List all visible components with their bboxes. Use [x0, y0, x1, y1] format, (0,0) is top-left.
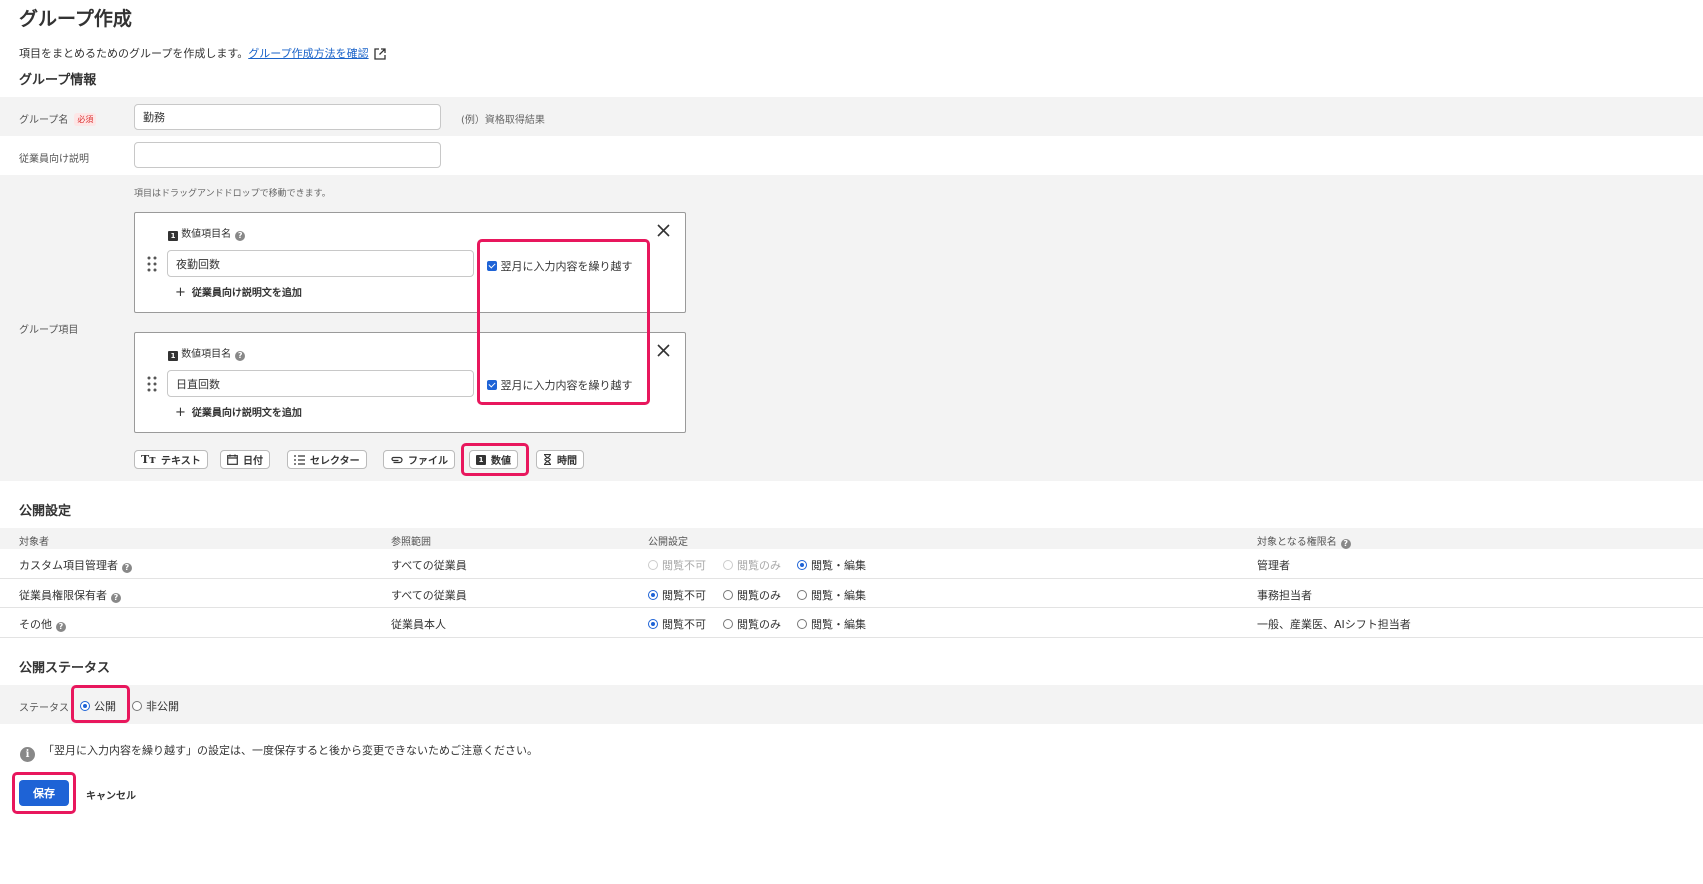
- add-time-item-button[interactable]: 時間: [536, 450, 584, 469]
- radio-selected-icon: [797, 560, 807, 570]
- add-text-item-button[interactable]: Tт テキスト: [134, 450, 208, 469]
- table-row-role: 事務担当者: [1257, 589, 1312, 602]
- help-icon[interactable]: ?: [1340, 539, 1351, 549]
- radio-selected-icon: [648, 619, 658, 629]
- required-badge: 必須: [74, 113, 97, 126]
- table-row-scope: すべての従業員: [391, 589, 467, 602]
- radio-view-edit[interactable]: 閲覧・編集: [797, 587, 866, 603]
- status-private-radio[interactable]: 非公開: [132, 698, 179, 714]
- table-row-target: その他?: [19, 616, 66, 632]
- table-header-row: [0, 528, 1703, 549]
- table-row-target: 従業員権限保有者?: [19, 587, 121, 603]
- description-text: 項目をまとめるためのグループを作成します。: [19, 47, 249, 60]
- status-row: [0, 685, 1703, 724]
- radio-view-only[interactable]: 閲覧のみ: [723, 616, 781, 632]
- radio-view-edit[interactable]: 閲覧・編集: [797, 557, 866, 573]
- table-row-scope: 従業員本人: [391, 618, 446, 631]
- radio-no-view[interactable]: 閲覧不可: [648, 587, 706, 603]
- radio-view-edit[interactable]: 閲覧・編集: [797, 616, 866, 632]
- table-row-role: 一般、産業医、AIシフト担当者: [1257, 618, 1411, 631]
- group-info-title: グループ情報: [19, 73, 97, 88]
- column-header-scope: 参照範囲: [391, 537, 431, 548]
- info-icon: i: [20, 747, 35, 762]
- employee-desc-label: 従業員向け説明: [19, 154, 89, 165]
- number-type-icon: 1: [168, 231, 178, 241]
- notice: i 「翌月に入力内容を繰り越す」の設定は、一度保存すると後から変更できないためご注…: [20, 742, 538, 762]
- radio-no-view: 閲覧不可: [648, 557, 706, 573]
- drag-handle-icon[interactable]: [147, 256, 157, 272]
- close-icon[interactable]: [657, 344, 670, 357]
- radio-icon: [797, 619, 807, 629]
- checkbox-highlight-frame: [477, 239, 650, 405]
- table-row-target: カスタム項目管理者?: [19, 557, 132, 573]
- radio-icon: [723, 619, 733, 629]
- row-divider: [0, 607, 1703, 608]
- number-type-icon: 1: [168, 351, 178, 361]
- plus-icon: +: [175, 285, 186, 300]
- help-icon[interactable]: ?: [235, 231, 246, 241]
- paperclip-icon: [391, 456, 403, 463]
- page-description: 項目をまとめるためのグループを作成します。グループ作成方法を確認: [19, 45, 386, 61]
- table-row-role: 管理者: [1257, 559, 1290, 572]
- add-description-button[interactable]: + 従業員向け説明文を追加: [175, 284, 302, 300]
- radio-icon: [723, 560, 733, 570]
- column-header-target: 対象者: [19, 537, 49, 548]
- table-row-scope: すべての従業員: [391, 559, 467, 572]
- item-name-input[interactable]: 日直回数: [167, 370, 474, 397]
- publish-settings-title: 公開設定: [19, 504, 72, 519]
- radio-icon: [797, 590, 807, 600]
- number-button-highlight: [461, 443, 529, 476]
- item-type-label: 1 数値項目名?: [168, 345, 246, 361]
- add-file-item-button[interactable]: ファイル: [383, 450, 455, 469]
- add-selector-item-button[interactable]: セレクター: [287, 450, 367, 469]
- radio-view-only: 閲覧のみ: [723, 557, 781, 573]
- help-link[interactable]: グループ作成方法を確認: [248, 47, 368, 60]
- add-description-button[interactable]: + 従業員向け説明文を追加: [175, 404, 302, 420]
- radio-view-only[interactable]: 閲覧のみ: [723, 587, 781, 603]
- cancel-button[interactable]: キャンセル: [86, 787, 136, 802]
- list-icon: [294, 454, 305, 465]
- text-type-icon: Tт: [141, 453, 157, 466]
- radio-icon: [132, 701, 142, 711]
- hourglass-icon: [544, 454, 551, 465]
- group-name-input[interactable]: 勤務: [134, 104, 441, 130]
- close-icon[interactable]: [657, 224, 670, 237]
- page-title: グループ作成: [19, 8, 132, 30]
- employee-desc-input[interactable]: [134, 142, 441, 168]
- publish-status-title: 公開ステータス: [19, 661, 111, 676]
- plus-icon: +: [175, 405, 186, 420]
- help-icon[interactable]: ?: [111, 593, 121, 603]
- radio-selected-icon: [648, 590, 658, 600]
- group-name-label: グループ名 必須: [19, 111, 97, 126]
- group-items-label: グループ項目: [19, 325, 79, 336]
- group-name-example: (例）資格取得結果: [461, 115, 545, 126]
- column-header-role: 対象となる権限名?: [1257, 533, 1351, 549]
- radio-icon: [648, 560, 658, 570]
- status-label: ステータス: [19, 703, 69, 714]
- column-header-setting: 公開設定: [648, 537, 688, 548]
- item-type-label: 1 数値項目名?: [168, 225, 246, 241]
- drag-hint: 項目はドラッグアンドドロップで移動できます。: [134, 189, 331, 199]
- external-link-icon[interactable]: [373, 48, 386, 60]
- status-highlight-frame: [71, 685, 130, 723]
- drag-handle-icon[interactable]: [147, 376, 157, 392]
- item-name-input[interactable]: 夜勤回数: [167, 250, 474, 277]
- radio-icon: [723, 590, 733, 600]
- save-highlight-frame: [12, 772, 76, 814]
- help-icon[interactable]: ?: [122, 563, 132, 573]
- row-divider: [0, 637, 1703, 638]
- add-date-item-button[interactable]: 日付: [220, 450, 270, 469]
- help-icon[interactable]: ?: [235, 351, 246, 361]
- help-icon[interactable]: ?: [56, 622, 66, 632]
- calendar-icon: [227, 454, 238, 465]
- row-divider: [0, 578, 1703, 579]
- radio-no-view[interactable]: 閲覧不可: [648, 616, 706, 632]
